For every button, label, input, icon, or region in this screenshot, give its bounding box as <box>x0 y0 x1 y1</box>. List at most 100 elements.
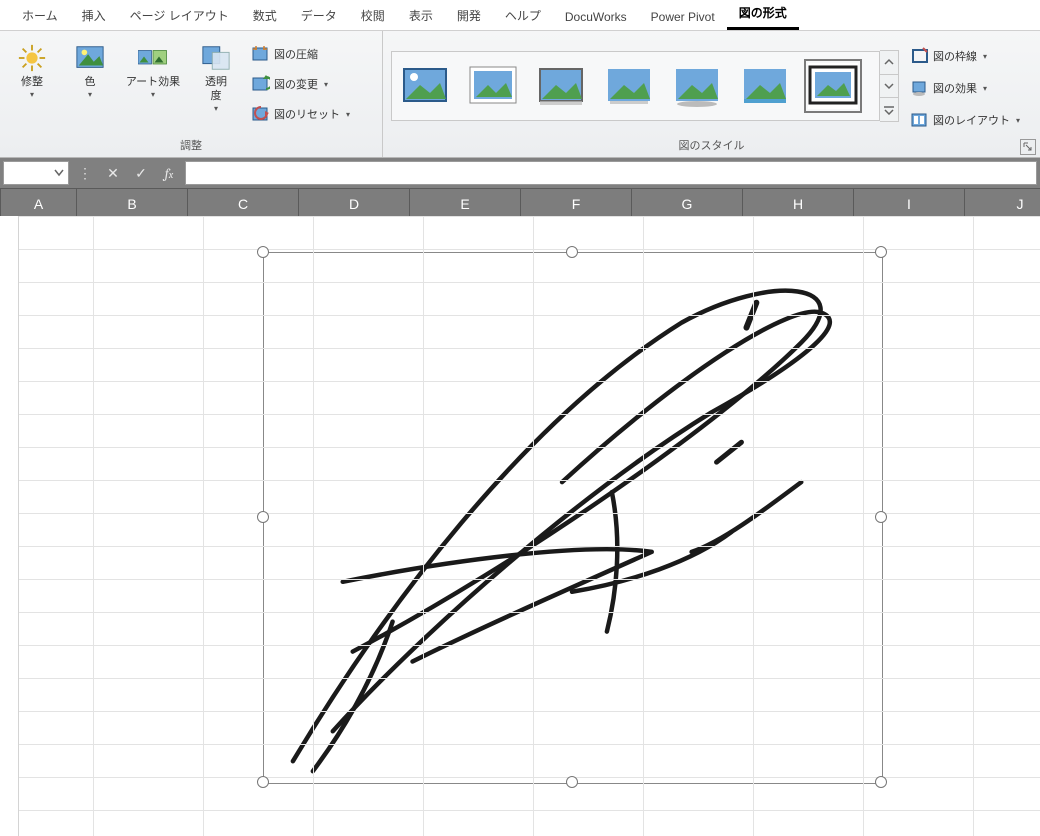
row-header[interactable] <box>0 480 19 513</box>
picture-layout-button[interactable]: 図のレイアウト ▾ <box>907 105 1024 135</box>
tab-pagelayout[interactable]: ページ レイアウト <box>118 1 241 30</box>
resize-handle[interactable] <box>257 776 269 788</box>
resize-handle[interactable] <box>566 776 578 788</box>
group-label-styles: 図のスタイル <box>391 137 1032 155</box>
tab-review[interactable]: 校閲 <box>349 1 397 30</box>
reset-picture-button[interactable]: 図のリセット ▾ <box>248 99 354 129</box>
picture-effects-button[interactable]: 図の効果 ▾ <box>907 73 1024 103</box>
gridline-vertical <box>973 216 974 836</box>
color-button[interactable]: 色 ▾ <box>64 39 116 99</box>
reset-picture-icon <box>252 105 270 123</box>
column-header-A[interactable]: A <box>1 189 77 219</box>
row-header[interactable] <box>0 777 19 810</box>
row-header[interactable] <box>0 744 19 777</box>
gallery-row-down[interactable] <box>880 75 898 99</box>
picture-style-thumb-4[interactable] <box>604 63 654 109</box>
gridline-horizontal <box>0 282 1040 283</box>
formula-input[interactable] <box>185 161 1037 185</box>
change-picture-button[interactable]: 図の変更 ▾ <box>248 69 354 99</box>
tab-help[interactable]: ヘルプ <box>493 1 553 30</box>
gridline-horizontal <box>0 381 1040 382</box>
gridline-horizontal <box>0 579 1040 580</box>
group-picture-styles: 図の枠線 ▾ 図の効果 ▾ 図のレイアウト ▾ 図のスタイル <box>383 31 1040 157</box>
picture-style-gallery <box>391 51 880 121</box>
row-header[interactable] <box>0 579 19 612</box>
column-header-C[interactable]: C <box>188 189 299 219</box>
gridline-vertical <box>203 216 204 836</box>
cancel-button[interactable]: ✕ <box>99 158 127 188</box>
inserted-picture[interactable] <box>263 252 881 782</box>
row-header[interactable] <box>0 282 19 315</box>
group-adjust: 修整 ▾ 色 ▾ アート効果 ▾ <box>0 31 383 157</box>
picture-style-thumb-1[interactable] <box>400 63 450 109</box>
picture-style-thumb-7[interactable] <box>808 63 858 109</box>
tab-data[interactable]: データ <box>289 1 349 30</box>
tab-insert[interactable]: 挿入 <box>70 1 118 30</box>
gridline-horizontal <box>0 480 1040 481</box>
picture-style-thumb-6[interactable] <box>740 63 790 109</box>
row-header[interactable] <box>0 447 19 480</box>
corrections-button[interactable]: 修整 ▾ <box>6 39 58 99</box>
row-header[interactable] <box>0 513 19 546</box>
spreadsheet-grid[interactable] <box>0 216 1040 836</box>
insert-function-button[interactable]: fx <box>155 158 183 188</box>
gallery-row-up[interactable] <box>880 51 898 75</box>
gallery-more[interactable] <box>880 98 898 121</box>
picture-border-button[interactable]: 図の枠線 ▾ <box>907 41 1024 71</box>
row-header[interactable] <box>0 249 19 282</box>
resize-handle[interactable] <box>875 246 887 258</box>
ribbon-tabs: ホーム 挿入 ページ レイアウト 数式 データ 校閲 表示 開発 ヘルプ Doc… <box>0 0 1040 31</box>
resize-handle[interactable] <box>566 246 578 258</box>
compress-pictures-button[interactable]: 図の圧縮 <box>248 39 354 69</box>
row-header[interactable] <box>0 546 19 579</box>
column-header-H[interactable]: H <box>743 189 854 219</box>
row-header[interactable] <box>0 414 19 447</box>
resize-handle[interactable] <box>875 776 887 788</box>
column-header-G[interactable]: G <box>632 189 743 219</box>
resize-handle[interactable] <box>257 246 269 258</box>
resize-handle[interactable] <box>875 511 887 523</box>
name-box[interactable] <box>3 161 69 185</box>
transparency-icon <box>201 43 231 73</box>
column-header-J[interactable]: J <box>965 189 1040 219</box>
picture-style-icon <box>536 63 586 109</box>
formula-bar-dots[interactable]: ⋮ <box>71 158 99 188</box>
tab-docuworks[interactable]: DocuWorks <box>553 4 639 30</box>
tab-formulas[interactable]: 数式 <box>241 1 289 30</box>
tab-picture-format[interactable]: 図の形式 <box>727 0 799 30</box>
picture-style-icon <box>808 63 858 109</box>
row-header[interactable] <box>0 381 19 414</box>
column-header-B[interactable]: B <box>77 189 188 219</box>
picture-style-thumb-5[interactable] <box>672 63 722 109</box>
tab-home[interactable]: ホーム <box>10 1 70 30</box>
column-header-I[interactable]: I <box>854 189 965 219</box>
picture-style-icon <box>468 63 518 109</box>
row-header[interactable] <box>0 612 19 645</box>
row-header[interactable] <box>0 711 19 744</box>
row-header[interactable] <box>0 678 19 711</box>
check-icon: ✓ <box>135 165 147 182</box>
chevron-down-icon: ▾ <box>346 110 350 119</box>
column-header-E[interactable]: E <box>410 189 521 219</box>
column-header-D[interactable]: D <box>299 189 410 219</box>
row-header[interactable] <box>0 348 19 381</box>
row-header[interactable] <box>0 216 19 249</box>
gridline-vertical <box>93 216 94 836</box>
column-header-F[interactable]: F <box>521 189 632 219</box>
row-header[interactable] <box>0 645 19 678</box>
enter-button[interactable]: ✓ <box>127 158 155 188</box>
resize-handle[interactable] <box>257 511 269 523</box>
transparency-button[interactable]: 透明 度 ▾ <box>190 39 242 113</box>
artistic-effects-button[interactable]: アート効果 ▾ <box>122 39 184 99</box>
chevron-down-icon: ▾ <box>214 104 218 113</box>
tab-powerpivot[interactable]: Power Pivot <box>639 4 727 30</box>
gridline-horizontal <box>0 612 1040 613</box>
row-header[interactable] <box>0 315 19 348</box>
gridline-horizontal <box>0 711 1040 712</box>
row-header[interactable] <box>0 810 19 836</box>
tab-developer[interactable]: 開発 <box>445 1 493 30</box>
dialog-launcher-styles[interactable] <box>1020 139 1036 155</box>
picture-style-thumb-2[interactable] <box>468 63 518 109</box>
tab-view[interactable]: 表示 <box>397 1 445 30</box>
picture-style-thumb-3[interactable] <box>536 63 586 109</box>
